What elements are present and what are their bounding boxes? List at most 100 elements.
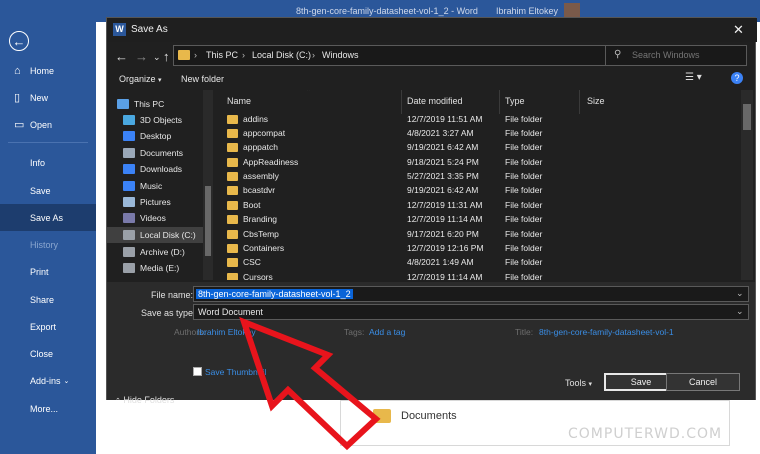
breadcrumb-local-disk[interactable]: Local Disk (C:) [252,50,311,60]
back-arrow-icon[interactable]: ← [9,31,29,51]
backstage-history-label: History [30,239,59,250]
scrollbar-thumb[interactable] [743,104,751,130]
column-divider [499,90,500,114]
help-icon[interactable]: ? [731,72,743,84]
nav-3d-objects[interactable]: 3D Objects [107,112,203,128]
title-label: Title: [515,327,534,337]
list-item[interactable]: Branding 12/7/2019 11:14 AM File folder [217,213,741,227]
nav-downloads[interactable]: Downloads [107,161,203,177]
list-item[interactable]: appcompat 4/8/2021 3:27 AM File folder [217,127,741,141]
chevron-down-icon[interactable]: ⌄ [736,306,744,317]
tags-value[interactable]: Add a tag [369,327,405,337]
nav-desktop[interactable]: Desktop [107,128,203,144]
file-date: 12/7/2019 11:31 AM [407,200,483,210]
save-thumbnail-checkbox[interactable] [193,367,202,376]
list-item[interactable]: apppatch 9/19/2021 6:42 AM File folder [217,141,741,155]
file-date: 5/27/2021 3:35 PM [407,171,479,181]
backstage-export-label: Export [30,321,57,332]
file-name-value[interactable]: 8th-gen-core-family-datasheet-vol-1_2 [196,289,353,299]
list-item[interactable]: AppReadiness 9/18/2021 5:24 PM File folder [217,156,741,170]
backstage-save-as[interactable]: Save As [0,204,96,231]
cancel-button[interactable]: Cancel [666,373,740,391]
column-type[interactable]: Type [505,96,525,106]
list-item[interactable]: assembly 5/27/2021 3:35 PM File folder [217,170,741,184]
tags-label: Tags: [344,327,365,337]
folder-icon [178,50,190,60]
backstage-new[interactable]: ▯ New [0,84,96,111]
file-type: File folder [505,185,543,195]
hide-folders-button[interactable]: ⌃ Hide Folders [115,395,174,405]
address-bar[interactable]: › This PC › Local Disk (C:) › Windows ⌄ … [173,45,667,66]
chevron-down-icon: ▾ [158,77,162,84]
navigation-scrollbar[interactable] [203,90,213,280]
nav-media-e[interactable]: Media (E:) [107,260,203,276]
backstage-print-label: Print [30,266,49,277]
folder-icon [227,129,238,138]
file-date: 12/7/2019 11:51 AM [407,114,483,124]
file-date: 4/8/2021 3:27 AM [407,128,474,138]
backstage-more-label: More... [30,403,59,414]
nav-pictures[interactable]: Pictures [107,194,203,210]
backstage-export[interactable]: Export [0,313,96,340]
list-item[interactable]: Boot 12/7/2019 11:31 AM File folder [217,199,741,213]
forward-arrow-icon[interactable]: → [135,49,148,64]
list-item[interactable]: addins 12/7/2019 11:51 AM File folder [217,113,741,127]
backstage-save[interactable]: Save [0,177,96,204]
backstage-info-label: Info [30,157,46,168]
breadcrumb-windows[interactable]: Windows [322,50,359,60]
file-name: Containers [243,243,285,253]
backstage-more[interactable]: More... [0,395,96,422]
close-icon[interactable]: ✕ [733,22,744,38]
list-item[interactable]: bcastdvr 9/19/2021 6:42 AM File folder [217,184,741,198]
back-arrow-icon[interactable]: ← [115,49,128,64]
chevron-down-icon[interactable]: ⌄ [153,52,161,63]
file-name: apppatch [243,142,278,152]
view-options-icon[interactable]: ☰ ▾ [685,72,702,83]
search-input[interactable] [632,50,742,60]
up-arrow-icon[interactable]: ↑ [163,49,170,64]
search-box[interactable]: ⚲ [605,45,747,66]
file-name-field[interactable]: 8th-gen-core-family-datasheet-vol-1_2 ⌄ [193,286,749,302]
file-list: Name ⌃ Date modified Type Size addins 12/… [217,90,741,280]
new-folder-button[interactable]: New folder [181,74,224,84]
title-value[interactable]: 8th-gen-core-family-datasheet-vol-1 [539,327,674,337]
word-user-name: Ibrahim Eltokey [496,6,559,16]
organize-button[interactable]: Organize ▾ [119,74,162,84]
backstage-open[interactable]: ▭ Open [0,111,96,138]
list-item[interactable]: Cursors 12/7/2019 11:14 AM File folder [217,271,741,280]
save-type-select[interactable]: Word Document ⌄ [193,304,749,320]
backstage-close[interactable]: Close [0,340,96,367]
list-item[interactable]: CbsTemp 9/17/2021 6:20 PM File folder [217,228,741,242]
nav-archive-d[interactable]: Archive (D:) [107,244,203,260]
column-date-modified[interactable]: Date modified [407,96,463,106]
file-type: File folder [505,243,543,253]
list-item[interactable]: CSC 4/8/2021 1:49 AM File folder [217,256,741,270]
backstage-print[interactable]: Print [0,258,96,285]
backstage-info[interactable]: Info [0,149,96,176]
backstage-add-ins-label: Add-ins [30,375,61,386]
word-icon: W [113,23,126,36]
folder-open-icon: ▭ [14,119,25,131]
folder-icon [227,201,238,210]
file-type: File folder [505,142,543,152]
nav-local-disk-c[interactable]: Local Disk (C:) [107,227,203,243]
breadcrumb-this-pc[interactable]: This PC [206,50,238,60]
backstage-add-ins[interactable]: Add-ins ⌄ [0,367,96,394]
authors-value[interactable]: Ibrahim Eltokey [197,327,256,337]
nav-documents[interactable]: Documents [107,145,203,161]
column-size[interactable]: Size [587,96,605,106]
tools-label: Tools [565,378,587,388]
scrollbar-thumb[interactable] [205,186,211,256]
file-name: Boot [243,200,261,210]
nav-label: Videos [140,213,166,223]
file-list-scrollbar[interactable] [741,90,753,280]
backstage-share[interactable]: Share [0,286,96,313]
chevron-down-icon[interactable]: ⌄ [736,288,744,299]
nav-this-pc[interactable]: This PC [107,96,203,112]
nav-videos[interactable]: Videos [107,210,203,226]
tools-menu[interactable]: Tools ▾ [565,378,592,388]
list-item[interactable]: Containers 12/7/2019 12:16 PM File folder [217,242,741,256]
column-name[interactable]: Name [227,96,251,106]
backstage-home[interactable]: ⌂ Home [0,57,96,84]
nav-music[interactable]: Music [107,178,203,194]
